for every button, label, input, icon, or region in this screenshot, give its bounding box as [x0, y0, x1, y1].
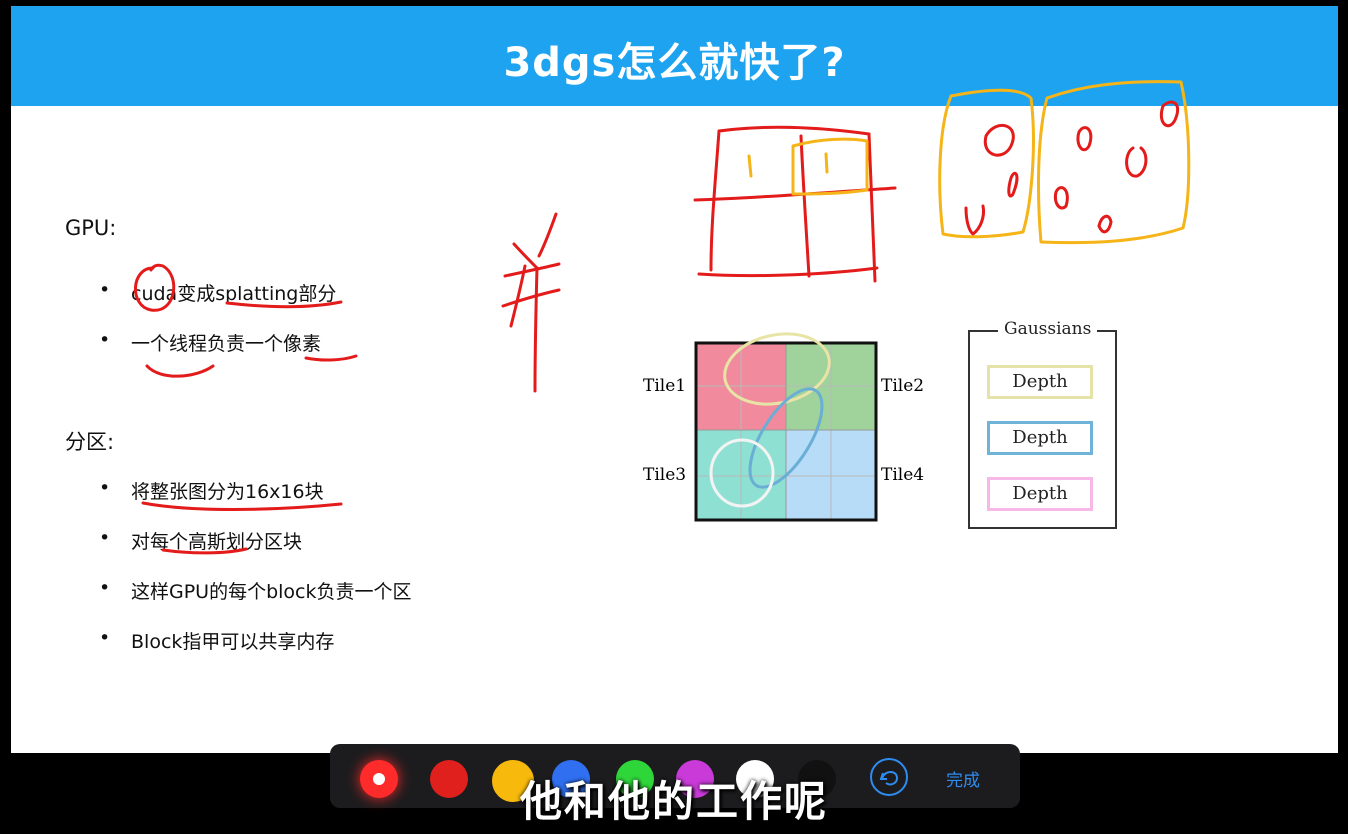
depth-box: Depth: [987, 365, 1093, 399]
video-subtitle: 他和他的工作呢: [519, 777, 828, 826]
slide: 3dgs怎么就快了? GPU: • cuda变成splatting部分 • 一个…: [11, 6, 1338, 753]
tile-label-3: Tile3: [643, 465, 687, 485]
depth-box: Depth: [987, 477, 1093, 511]
tile-label-4: Tile4: [881, 465, 925, 485]
tile-label-2: Tile2: [881, 376, 925, 396]
gaussians-legend: Gaussians Depth Depth Depth: [968, 319, 1117, 529]
legend-title: Gaussians: [998, 319, 1098, 339]
depth-box: Depth: [987, 421, 1093, 455]
tile-label-1: Tile1: [643, 376, 687, 396]
